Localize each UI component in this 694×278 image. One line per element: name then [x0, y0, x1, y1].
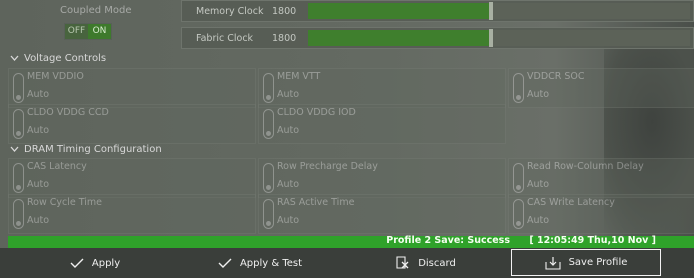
fabric-clock-slider[interactable] [308, 29, 690, 47]
field-value: Auto [27, 215, 50, 226]
dram-field-read-row-column-delay[interactable]: Read Row-Column Delay Auto [508, 158, 694, 198]
fabric-clock-handle[interactable] [489, 29, 494, 47]
slider-knob-icon [263, 73, 274, 103]
slider-knob-icon [13, 73, 24, 103]
status-timestamp: [ 12:05:49 Thu,10 Nov ] [529, 235, 656, 246]
field-value: Auto [527, 215, 550, 226]
status-bar: Profile 2 Save: Success [ 12:05:49 Thu,1… [8, 235, 694, 248]
field-label: CLDO VDDG IOD [277, 107, 356, 118]
voltage-field-vddcr-soc[interactable]: VDDCR SOC Auto [508, 68, 694, 108]
apply-and-test-button[interactable]: Apply & Test [200, 250, 320, 276]
checkmark-icon [70, 258, 84, 268]
voltage-controls-header[interactable]: Voltage Controls [8, 52, 106, 64]
voltage-field-mem-vddio[interactable]: MEM VDDIO Auto [8, 68, 256, 108]
fabric-clock-label: Fabric Clock [196, 33, 254, 44]
field-label: MEM VDDIO [27, 71, 84, 82]
checkmark-icon [218, 258, 232, 268]
field-value: Auto [527, 89, 550, 100]
coupled-mode-label: Coupled Mode [60, 5, 132, 16]
slider-knob-icon [13, 163, 24, 193]
dram-field-ras-active-time[interactable]: RAS Active Time Auto [258, 194, 506, 234]
status-message: Profile 2 Save: Success [386, 235, 510, 246]
coupled-mode-toggle[interactable]: OFF ON [64, 23, 112, 40]
field-label: Read Row-Column Delay [527, 161, 644, 172]
field-value: Auto [27, 89, 50, 100]
chevron-down-icon [8, 52, 20, 64]
memory-clock-row: Memory Clock 1800 [181, 0, 694, 22]
field-value: Auto [277, 125, 300, 136]
slider-knob-icon [13, 109, 24, 139]
toggle-on-option[interactable]: ON [88, 24, 111, 39]
slider-knob-icon [263, 163, 274, 193]
field-value: Auto [277, 179, 300, 190]
voltage-field-mem-vtt[interactable]: MEM VTT Auto [258, 68, 506, 108]
discard-icon [396, 256, 409, 269]
field-label: VDDCR SOC [527, 71, 585, 82]
apply-label: Apply [91, 257, 121, 269]
field-value: Auto [27, 125, 50, 136]
chevron-down-icon [8, 143, 20, 155]
dram-timing-header[interactable]: DRAM Timing Configuration [8, 143, 162, 155]
field-label: RAS Active Time [277, 197, 355, 208]
clock-section: Coupled Mode OFF ON Memory Clock 1800 Fa… [0, 0, 694, 52]
discard-label: Discard [418, 257, 456, 269]
memory-clock-label: Memory Clock [196, 6, 264, 17]
field-value: Auto [277, 215, 300, 226]
toggle-off-option[interactable]: OFF [65, 24, 88, 39]
fabric-clock-value: 1800 [272, 33, 297, 44]
slider-knob-icon [513, 163, 524, 193]
slider-knob-icon [513, 73, 524, 103]
fabric-clock-row: Fabric Clock 1800 [181, 27, 694, 49]
save-profile-button[interactable]: Save Profile [511, 249, 661, 276]
slider-knob-icon [13, 199, 24, 229]
memory-clock-fill [308, 3, 492, 19]
voltage-controls-title: Voltage Controls [24, 52, 107, 64]
slider-knob-icon [513, 199, 524, 229]
field-value: Auto [277, 89, 300, 100]
dram-field-row-cycle-time[interactable]: Row Cycle Time Auto [8, 194, 256, 234]
apply-button[interactable]: Apply [40, 250, 150, 276]
discard-button[interactable]: Discard [370, 250, 480, 276]
field-label: Row Cycle Time [27, 197, 103, 208]
memory-clock-value: 1800 [272, 6, 297, 17]
apply-and-test-label: Apply & Test [239, 257, 303, 269]
save-profile-icon [545, 256, 561, 270]
memory-clock-handle[interactable] [489, 2, 494, 20]
memory-clock-slider[interactable] [308, 2, 690, 20]
dram-field-cas-latency[interactable]: CAS Latency Auto [8, 158, 256, 198]
voltage-field-cldo-vddg-ccd[interactable]: CLDO VDDG CCD Auto [8, 104, 256, 144]
field-label: Row Precharge Delay [277, 161, 378, 172]
action-bar: Apply Apply & Test Discard Save Profile [0, 248, 694, 278]
field-label: CLDO VDDG CCD [27, 107, 109, 118]
field-value: Auto [27, 179, 50, 190]
slider-knob-icon [263, 199, 274, 229]
slider-knob-icon [263, 109, 274, 139]
dram-field-cas-write-latency[interactable]: CAS Write Latency Auto [508, 194, 694, 234]
save-profile-label: Save Profile [568, 257, 628, 268]
field-label: CAS Latency [27, 161, 87, 172]
field-label: MEM VTT [277, 71, 321, 82]
fabric-clock-fill [308, 30, 492, 46]
dram-timing-title: DRAM Timing Configuration [24, 143, 162, 155]
voltage-field-cldo-vddg-iod[interactable]: CLDO VDDG IOD Auto [258, 104, 506, 144]
dram-field-row-precharge-delay[interactable]: Row Precharge Delay Auto [258, 158, 506, 198]
field-label: CAS Write Latency [527, 197, 615, 208]
field-value: Auto [527, 179, 550, 190]
